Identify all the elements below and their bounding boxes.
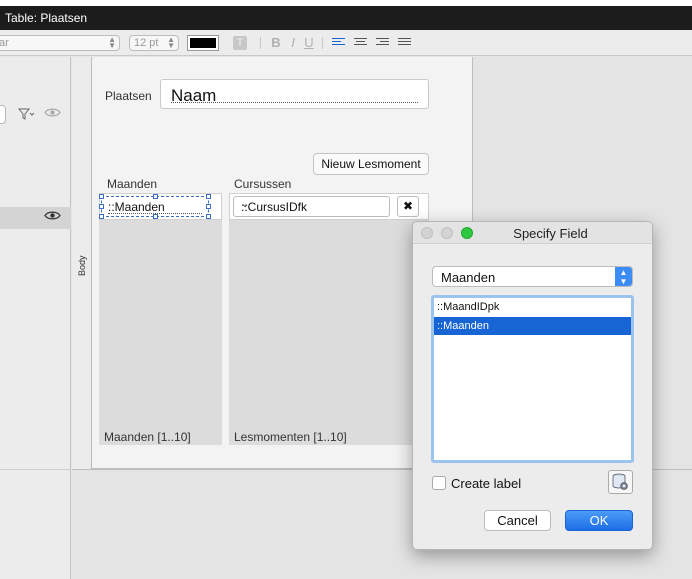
delete-button[interactable]: ✖	[397, 196, 419, 217]
left-panel	[0, 57, 71, 579]
align-left-icon[interactable]	[332, 38, 345, 48]
ok-button[interactable]: OK	[565, 510, 633, 531]
bold-button[interactable]: B	[270, 36, 282, 50]
close-x-icon: ✖	[402, 199, 414, 213]
format-toolbar: ar ▲ ▼ 12 pt ▲ ▼ T B I U	[0, 30, 692, 56]
eye-icon[interactable]	[44, 107, 61, 121]
naam-field[interactable]: Naam	[160, 79, 429, 109]
text-color-swatch[interactable]	[187, 35, 219, 51]
align-justify-icon[interactable]	[398, 38, 411, 48]
naam-field-text: Naam	[171, 86, 217, 105]
resize-handle[interactable]	[206, 214, 211, 219]
body-part-label: Body	[77, 255, 87, 276]
italic-button[interactable]: I	[288, 36, 298, 50]
window-title: Table: Plaatsen	[5, 11, 88, 25]
font-stepper-icon: ▲ ▼	[108, 35, 116, 50]
align-center-icon[interactable]	[354, 38, 367, 48]
create-label-text: Create label	[451, 476, 522, 491]
table-select[interactable]: Maanden ▲ ▼	[432, 266, 633, 287]
toolbar-divider	[260, 37, 261, 49]
resize-handle[interactable]	[99, 194, 104, 199]
color-fill	[190, 38, 216, 48]
font-size-value: 12 pt	[134, 37, 159, 49]
resize-handle[interactable]	[153, 214, 158, 219]
search-input[interactable]	[0, 105, 6, 124]
maanden-field-text: ::Maanden	[108, 200, 165, 214]
cancel-button[interactable]: Cancel	[484, 510, 551, 531]
updown-stepper-icon: ▲ ▼	[615, 267, 632, 286]
specify-field-dialog: Specify Field Maanden ▲ ▼ ::MaandIDpk ::M…	[412, 221, 653, 550]
dialog-title: Specify Field	[513, 226, 588, 241]
panel-divider	[0, 469, 71, 470]
dialog-title-bar[interactable]: Specify Field	[413, 222, 652, 244]
body-part-tab[interactable]: Body	[72, 57, 92, 469]
cursus-dropdown[interactable]: ::CursusIDfk ⌄	[233, 196, 390, 217]
database-options-button[interactable]	[608, 470, 633, 494]
field-list-item-selected[interactable]: ::Maanden	[434, 317, 631, 335]
table-select-value: Maanden	[441, 270, 496, 285]
maanden-portal[interactable]	[99, 193, 222, 445]
window-title-bar: Table: Plaatsen	[0, 6, 692, 30]
align-right-icon[interactable]	[376, 38, 389, 48]
size-stepper-icon: ▲ ▼	[167, 35, 175, 50]
resize-handle[interactable]	[99, 204, 104, 209]
cursussen-label: Cursussen	[234, 177, 292, 191]
font-family-value: ar	[0, 37, 9, 49]
font-family-field[interactable]: ar ▲ ▼	[0, 35, 120, 51]
plaatsen-label: Plaatsen	[105, 89, 152, 103]
maanden-label: Maanden	[107, 177, 158, 191]
field-baseline	[171, 102, 418, 103]
resize-handle[interactable]	[206, 194, 211, 199]
filter-icon[interactable]	[17, 108, 35, 123]
text-style-icon[interactable]: T	[233, 36, 247, 50]
font-size-field[interactable]: 12 pt ▲ ▼	[129, 35, 179, 51]
eye-icon[interactable]	[44, 210, 61, 224]
toolbar-divider	[322, 37, 323, 49]
lesmomenten-portal[interactable]	[229, 193, 429, 445]
resize-handle[interactable]	[153, 194, 158, 199]
underline-button[interactable]: U	[303, 36, 315, 50]
field-list-item[interactable]: ::MaandIDpk	[434, 298, 631, 316]
database-gear-icon	[612, 473, 628, 490]
nieuw-lesmoment-button[interactable]: Nieuw Lesmoment	[313, 153, 429, 175]
maanden-field[interactable]: ::Maanden	[99, 194, 211, 219]
chevron-down-icon: ⌄	[241, 199, 250, 210]
create-label-checkbox[interactable]	[432, 476, 446, 490]
lesmomenten-portal-count: Lesmomenten [1..10]	[234, 430, 347, 444]
resize-handle[interactable]	[206, 204, 211, 209]
field-list[interactable]: ::MaandIDpk ::Maanden	[431, 295, 634, 463]
maanden-portal-count: Maanden [1..10]	[104, 430, 191, 444]
resize-handle[interactable]	[99, 214, 104, 219]
